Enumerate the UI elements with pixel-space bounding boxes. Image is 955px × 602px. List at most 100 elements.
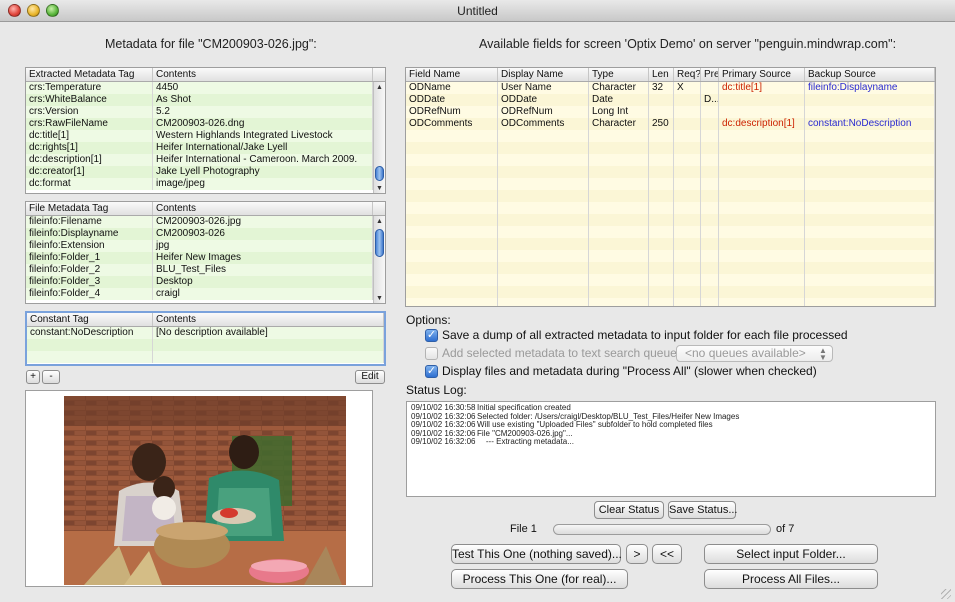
table-row[interactable]: fileinfo:Folder_4 craigl: [26, 288, 373, 300]
table-cell: image/jpeg: [153, 178, 373, 190]
table-row-empty[interactable]: [406, 298, 935, 306]
table-row[interactable]: dc:creator[1] Jake Lyell Photography: [26, 166, 373, 178]
table-row[interactable]: fileinfo:Folder_2 BLU_Test_Files: [26, 264, 373, 276]
table-row[interactable]: crs:Temperature 4450: [26, 82, 373, 94]
table-cell: Long Int: [589, 106, 649, 118]
add-search-queue-label[interactable]: Add selected metadata to text search que…: [442, 346, 680, 360]
table-cell: [589, 274, 649, 286]
process-all-button[interactable]: Process All Files...: [704, 569, 878, 589]
edit-constant-button[interactable]: Edit: [355, 370, 385, 384]
extracted-metadata-table[interactable]: Extracted Metadata Tag Contents crs:Temp…: [25, 67, 386, 194]
column-header[interactable]: Contents: [153, 202, 373, 215]
table-row[interactable]: fileinfo:Displayname CM200903-026: [26, 228, 373, 240]
table-cell: [701, 262, 719, 274]
scroll-down-icon[interactable]: ▼: [376, 295, 383, 302]
table-row[interactable]: ODName User Name Character 32 Xdc:title[1] fi…: [406, 82, 935, 94]
column-header[interactable]: Len: [649, 68, 674, 81]
table-row[interactable]: ODRefNum ODRefNum Long Int: [406, 106, 935, 118]
column-header[interactable]: Contents: [153, 68, 373, 81]
column-header[interactable]: Backup Source: [805, 68, 935, 81]
table-row-empty[interactable]: [406, 274, 935, 286]
table-cell: [805, 130, 935, 142]
table-row-empty[interactable]: [27, 351, 384, 363]
table-row[interactable]: crs:WhiteBalance As Shot: [26, 94, 373, 106]
column-header[interactable]: Pre: [701, 68, 719, 81]
table-cell: [719, 94, 805, 106]
table-row[interactable]: dc:title[1] Western Highlands Integrated …: [26, 130, 373, 142]
add-search-queue-checkbox[interactable]: [425, 347, 438, 360]
table-row[interactable]: constant:NoDescription [No description av…: [27, 327, 384, 339]
table-row-empty[interactable]: [406, 166, 935, 178]
column-header[interactable]: Contents: [153, 313, 384, 326]
table-row[interactable]: crs:Version 5.2: [26, 106, 373, 118]
available-fields-table[interactable]: Field Name Display Name Type Len Req? Pr…: [405, 67, 936, 307]
file-metadata-table[interactable]: File Metadata Tag Contents fileinfo:File…: [25, 201, 386, 304]
table-cell: ODName: [406, 82, 498, 94]
clear-status-button[interactable]: Clear Status: [594, 501, 664, 519]
table-cell: [701, 106, 719, 118]
table-cell: dc:title[1]: [26, 130, 153, 142]
table-row-empty[interactable]: [406, 226, 935, 238]
scroll-thumb[interactable]: [375, 166, 384, 181]
column-header[interactable]: Primary Source: [719, 68, 805, 81]
status-log-textarea[interactable]: 09/10/02 16:30:58 Initial specification c…: [406, 401, 936, 497]
table-row-empty[interactable]: [406, 262, 935, 274]
table-row-empty[interactable]: [406, 250, 935, 262]
table-row-empty[interactable]: [406, 238, 935, 250]
table-cell: User Name: [498, 82, 589, 94]
table-row-empty[interactable]: [406, 178, 935, 190]
table-row[interactable]: dc:rights[1] Heifer International/Jake Ly…: [26, 142, 373, 154]
table-row[interactable]: crs:RawFileName CM200903-026.dng: [26, 118, 373, 130]
save-dump-checkbox[interactable]: ✓: [425, 329, 438, 342]
remove-constant-button[interactable]: -: [42, 370, 60, 384]
display-files-checkbox[interactable]: ✓: [425, 365, 438, 378]
table-row-empty[interactable]: [406, 142, 935, 154]
scroll-up-icon[interactable]: ▲: [376, 218, 383, 225]
add-constant-button[interactable]: +: [26, 370, 40, 384]
log-timestamp: 09/10/02 16:32:06: [411, 437, 476, 446]
column-header[interactable]: Field Name: [406, 68, 498, 81]
table-row[interactable]: ODComments ODComments Character 250 dc:descr…: [406, 118, 935, 130]
scroll-thumb[interactable]: [375, 229, 384, 257]
table-row-empty[interactable]: [27, 339, 384, 351]
updown-arrows-icon: ▲ ▼: [819, 346, 827, 362]
column-header[interactable]: Extracted Metadata Tag: [26, 68, 153, 81]
table-cell: [27, 351, 153, 363]
process-one-button[interactable]: Process This One (for real)...: [451, 569, 628, 589]
scroll-up-icon[interactable]: ▲: [376, 84, 383, 91]
table-row[interactable]: dc:description[1] Heifer International - …: [26, 154, 373, 166]
column-header[interactable]: File Metadata Tag: [26, 202, 153, 215]
display-files-label[interactable]: Display files and metadata during "Proce…: [442, 364, 817, 378]
table-row[interactable]: fileinfo:Folder_3 Desktop: [26, 276, 373, 288]
column-header[interactable]: Type: [589, 68, 649, 81]
save-status-button[interactable]: Save Status...: [668, 501, 737, 519]
table-cell: [719, 298, 805, 306]
table-row-empty[interactable]: [406, 286, 935, 298]
scroll-down-icon[interactable]: ▼: [376, 185, 383, 192]
vertical-scrollbar[interactable]: ▲ ▼: [373, 82, 385, 193]
constant-tag-table[interactable]: Constant Tag Contents constant:NoDescrip…: [25, 311, 386, 366]
save-dump-label[interactable]: Save a dump of all extracted metadata to…: [442, 328, 848, 342]
table-row[interactable]: fileinfo:Filename CM200903-026.jpg: [26, 216, 373, 228]
table-cell: [406, 250, 498, 262]
table-cell: Western Highlands Integrated Livestock: [153, 130, 373, 142]
table-row-empty[interactable]: [406, 130, 935, 142]
table-row-empty[interactable]: [406, 214, 935, 226]
column-header[interactable]: Req?: [674, 68, 701, 81]
table-row-empty[interactable]: [406, 154, 935, 166]
first-file-button[interactable]: <<: [652, 544, 682, 564]
column-header[interactable]: Display Name: [498, 68, 589, 81]
next-file-button[interactable]: >: [626, 544, 648, 564]
table-row[interactable]: fileinfo:Folder_1 Heifer New Images: [26, 252, 373, 264]
table-row[interactable]: fileinfo:Extension jpg: [26, 240, 373, 252]
table-row[interactable]: dc:format image/jpeg: [26, 178, 373, 190]
table-row-empty[interactable]: [406, 202, 935, 214]
queue-select[interactable]: <no queues available> ▲ ▼: [676, 345, 833, 362]
table-row-empty[interactable]: [406, 190, 935, 202]
resize-grip-icon[interactable]: [941, 589, 951, 599]
vertical-scrollbar[interactable]: ▲ ▼: [373, 216, 385, 303]
test-one-button[interactable]: Test This One (nothing saved)...: [451, 544, 622, 564]
table-row[interactable]: ODDate ODDate Date D...: [406, 94, 935, 106]
select-input-folder-button[interactable]: Select input Folder...: [704, 544, 878, 564]
column-header[interactable]: Constant Tag: [27, 313, 153, 326]
